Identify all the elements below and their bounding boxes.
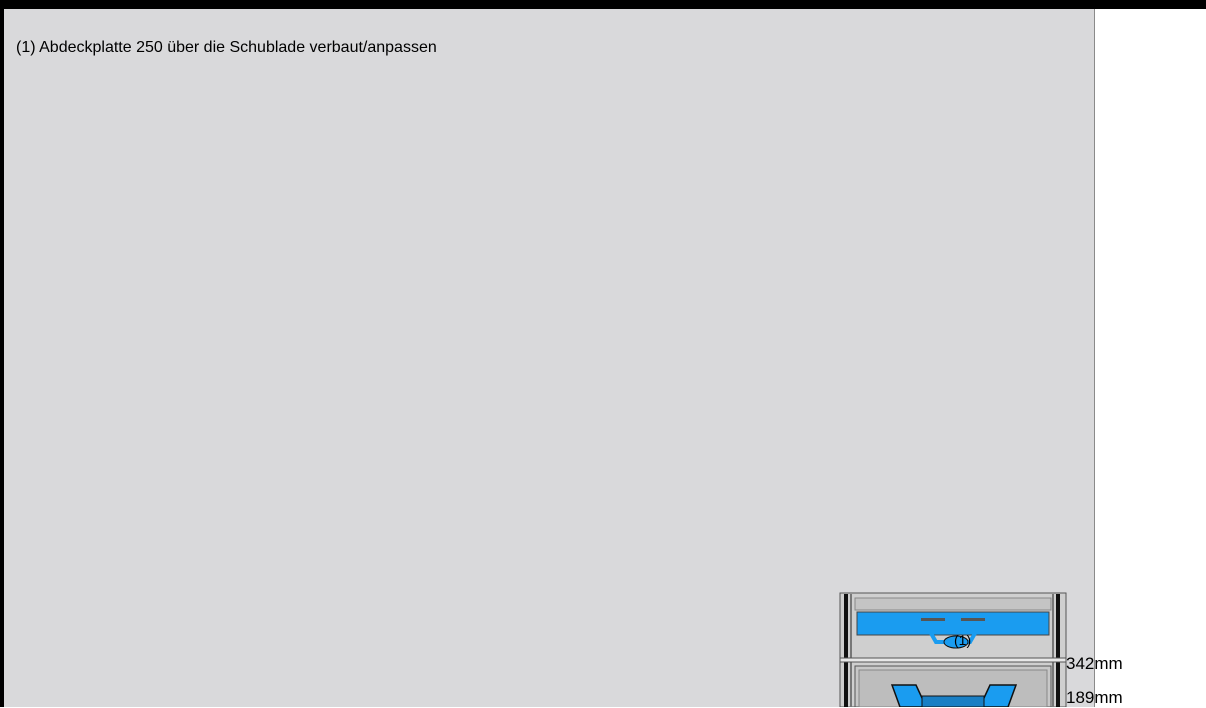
top-drawer-highlight — [856, 611, 1050, 636]
cabinet-left-post-inner — [850, 594, 852, 707]
right-panel — [1094, 9, 1206, 707]
cabinet-right-post — [1056, 594, 1060, 707]
top-border — [0, 0, 1206, 9]
shelf-separator — [839, 657, 1067, 663]
dimension-label-1: 342mm — [1066, 654, 1123, 673]
drawer-slot-right — [961, 618, 985, 621]
instruction-text: (1) Abdeckplatte 250 über die Schublade … — [16, 39, 437, 56]
dimension-label-2: 189mm — [1066, 688, 1123, 707]
drawing-marker-label: (1) — [954, 632, 972, 648]
lower-drawer-opening — [921, 695, 985, 707]
cabinet-right-post-inner — [1052, 594, 1054, 707]
drawer-slot-left — [921, 618, 945, 621]
cabinet-left-post — [844, 594, 848, 707]
cabinet-drawing[interactable] — [836, 590, 1072, 707]
top-drawer-panel — [854, 597, 1052, 611]
